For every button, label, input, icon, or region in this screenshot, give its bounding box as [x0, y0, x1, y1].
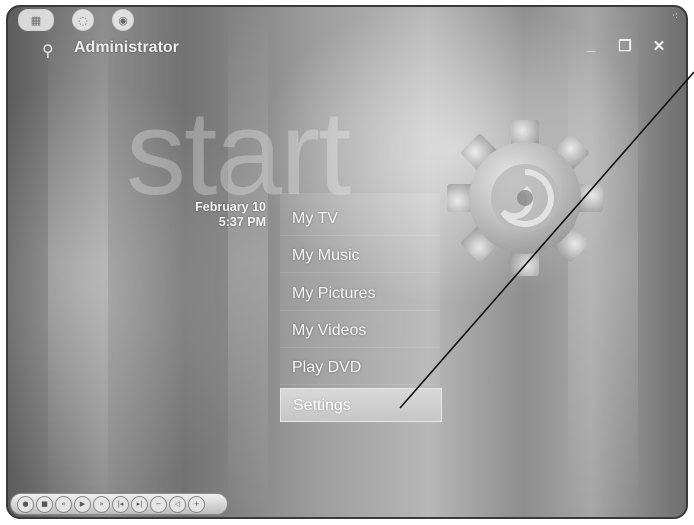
stop-icon[interactable]: ■: [36, 495, 53, 513]
volume-up-icon[interactable]: +: [188, 495, 205, 513]
clock-date: February 10: [195, 200, 266, 214]
back-icon[interactable]: ◌: [72, 9, 94, 31]
gear-logo-icon: [447, 120, 603, 276]
home-icon[interactable]: ◉: [112, 9, 134, 31]
close-icon[interactable]: ✕: [650, 37, 668, 55]
user-icon: ⚲: [42, 41, 54, 60]
clock-time: 5:37 PM: [218, 215, 266, 229]
media-center-logo-icon[interactable]: ▦: [18, 9, 54, 31]
top-toolbar: ▦ ◌ ◉: [18, 9, 134, 31]
background-streak: [228, 7, 268, 517]
rewind-icon[interactable]: «: [55, 495, 72, 513]
volume-down-icon[interactable]: −: [150, 495, 167, 513]
restore-icon[interactable]: ❐: [616, 37, 634, 55]
transport-controls: ● ■ « ▶ » |◂ ▸| − ◁ +: [10, 493, 228, 515]
mute-icon[interactable]: ◁: [169, 495, 186, 513]
menu-item-my-videos[interactable]: My Videos: [280, 314, 440, 348]
previous-icon[interactable]: |◂: [112, 495, 129, 513]
menu-item-my-music[interactable]: My Music: [280, 239, 440, 273]
menu-item-my-tv[interactable]: My TV: [280, 202, 440, 236]
clock: February 10 5:37 PM: [162, 200, 266, 230]
menu-item-play-dvd[interactable]: Play DVD: [280, 351, 440, 385]
next-icon[interactable]: ▸|: [131, 495, 148, 513]
menu-item-settings[interactable]: Settings: [280, 388, 442, 422]
resize-grip-icon: ·:: [672, 11, 678, 21]
menu-item-my-pictures[interactable]: My Pictures: [280, 277, 440, 311]
background-streak: [48, 7, 108, 517]
play-icon[interactable]: ▶: [74, 495, 91, 513]
window-controls: _ ❐ ✕: [582, 37, 668, 55]
minimize-icon[interactable]: _: [582, 37, 600, 55]
fast-forward-icon[interactable]: »: [93, 495, 110, 513]
user-name: Administrator: [74, 39, 179, 56]
record-icon[interactable]: ●: [17, 495, 34, 513]
